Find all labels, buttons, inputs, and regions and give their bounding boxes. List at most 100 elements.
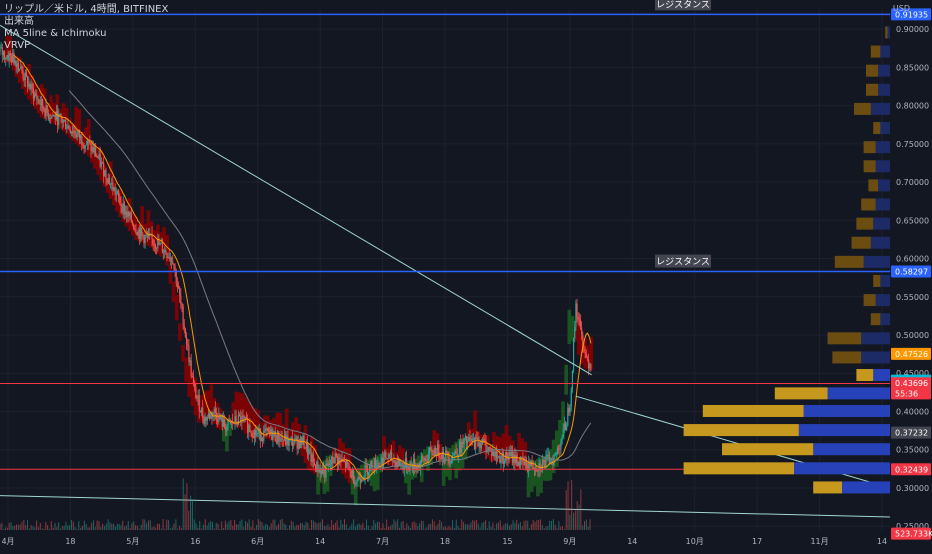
candle-body <box>544 460 546 466</box>
candle-body <box>144 235 146 243</box>
volume-bar <box>131 523 133 530</box>
candle-body <box>443 458 446 461</box>
candle-body <box>313 462 316 466</box>
candle-body <box>226 425 228 432</box>
candle-body <box>198 395 200 412</box>
candle-body <box>562 428 564 438</box>
candle-body <box>439 456 441 459</box>
vp-bar-up <box>863 255 890 268</box>
cloud-segment <box>174 294 179 321</box>
price-label-text: 0.37232 <box>895 429 928 438</box>
candle-body <box>86 141 89 145</box>
candle-body <box>309 449 311 450</box>
candle-body <box>285 434 287 445</box>
candle-body <box>52 115 54 117</box>
price-label-text: 523.733K <box>895 530 932 539</box>
volume-bar <box>540 519 542 530</box>
candle-body <box>357 476 359 481</box>
candle-body <box>529 463 531 467</box>
volume-bar <box>547 526 549 530</box>
volume-bar <box>496 523 498 530</box>
volume-bar <box>552 519 554 530</box>
volume-bar <box>479 527 481 530</box>
candle-body <box>267 428 269 432</box>
volume-bar <box>191 501 193 530</box>
candle-body <box>242 415 244 417</box>
volume-bar <box>290 520 292 530</box>
candle-body <box>183 325 185 329</box>
volume-bar <box>83 520 85 530</box>
volume-bar <box>14 525 16 530</box>
candle-body <box>493 451 495 457</box>
candle-body <box>164 249 166 253</box>
x-tick-label: 9月 <box>563 537 576 546</box>
candle-body <box>44 110 46 117</box>
volume-bar <box>118 524 120 530</box>
candle-body <box>539 463 541 470</box>
candle-body <box>5 57 7 59</box>
volume-bar <box>245 521 247 530</box>
volume-bar <box>433 521 435 530</box>
volume-bar <box>565 489 567 530</box>
candle-body <box>467 441 469 444</box>
candle-body <box>10 55 13 63</box>
candle-body <box>584 352 586 354</box>
candle-body <box>293 443 295 447</box>
candle-body <box>154 244 157 249</box>
volume-bar <box>122 520 124 530</box>
volume-bar <box>527 520 529 530</box>
volume-bar <box>521 526 523 530</box>
volume-bar <box>483 521 485 530</box>
candle-body <box>47 112 49 119</box>
volume-bar <box>30 525 32 530</box>
vp-bar-up <box>861 351 890 364</box>
vp-bar-up <box>878 179 890 192</box>
candle-body <box>558 448 560 450</box>
volume-bar <box>446 527 448 530</box>
candle-body <box>17 63 20 71</box>
volume-bar <box>492 522 494 530</box>
candle-body <box>207 413 210 417</box>
candle-body <box>192 376 195 384</box>
volume-bar <box>402 520 404 530</box>
candle-body <box>53 115 55 117</box>
volume-bar <box>278 523 280 530</box>
volume-bar <box>347 528 349 530</box>
candle-body <box>33 93 36 99</box>
volume-bar <box>466 524 468 530</box>
x-tick-label: 14 <box>877 537 887 546</box>
candle-body <box>169 257 172 259</box>
y-tick-label: 0.70000 <box>896 178 929 187</box>
candle-body <box>401 462 403 465</box>
volume-bar <box>287 528 289 530</box>
vp-bar-down <box>868 179 878 192</box>
vp-bar-up <box>875 160 890 173</box>
volume-bar <box>85 524 87 530</box>
volume-bar <box>448 526 450 530</box>
chart-legend: リップル／米ドル, 4時間, BITFINEX 出来高 MA 5line & I… <box>4 4 168 52</box>
volume-bar <box>395 521 397 530</box>
candle-body <box>85 144 87 146</box>
candle-body <box>45 105 47 117</box>
candle-body <box>35 93 37 96</box>
chart-stage[interactable]: 0.90000 0.85000 0.80000 0.75000 0.70000 0.650… <box>0 0 932 550</box>
volume-bar <box>562 526 564 530</box>
candle-body <box>316 461 318 472</box>
candle-body <box>590 364 592 371</box>
candle-body <box>430 447 432 450</box>
candle-body <box>521 456 523 458</box>
volume-bar <box>237 524 239 530</box>
y-tick-label: 0.65000 <box>896 216 929 225</box>
volume-bar <box>327 524 329 530</box>
price-chart[interactable]: 0.90000 0.85000 0.80000 0.75000 0.70000 0.650… <box>0 0 932 550</box>
vp-bar-down <box>813 481 842 494</box>
volume-bar <box>300 523 302 530</box>
vp-bar-up <box>880 45 890 58</box>
volume-bar <box>450 527 452 530</box>
volume-bar <box>26 520 28 530</box>
candle-body <box>74 131 76 135</box>
candle-body <box>422 456 424 458</box>
candle-body <box>248 425 250 433</box>
volume-bar <box>168 520 170 530</box>
y-tick-label: 0.35000 <box>896 446 929 455</box>
